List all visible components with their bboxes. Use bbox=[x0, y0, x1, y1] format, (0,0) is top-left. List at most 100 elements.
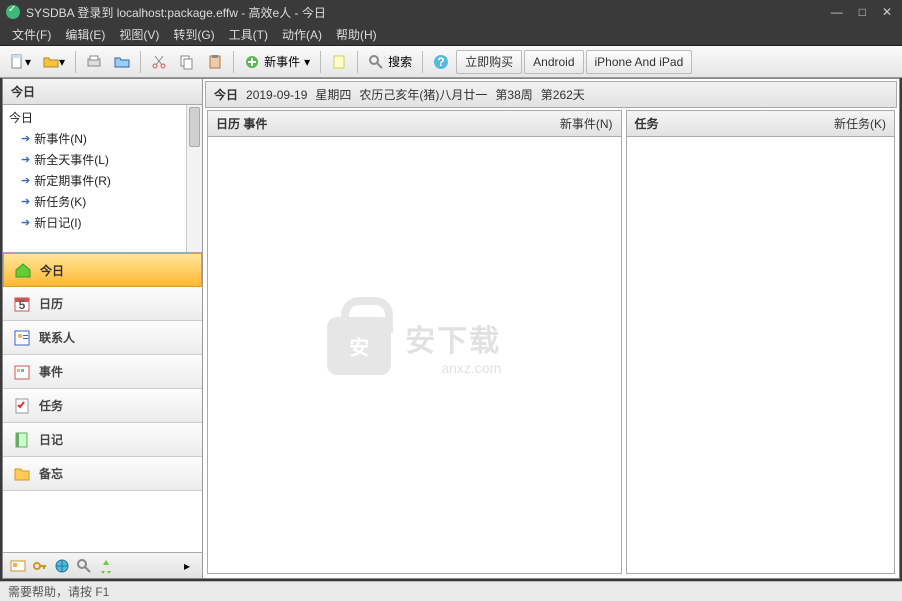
app-icon bbox=[6, 5, 20, 19]
nav-label: 日记 bbox=[39, 431, 63, 448]
tree-root[interactable]: 今日 bbox=[7, 107, 182, 128]
search-button[interactable]: 搜索 bbox=[363, 50, 417, 74]
date-label: 今日 bbox=[214, 86, 238, 103]
maximize-button[interactable]: □ bbox=[855, 5, 870, 19]
nav-label: 任务 bbox=[39, 397, 63, 414]
nav-label: 今日 bbox=[40, 262, 64, 279]
menu-help[interactable]: 帮助(H) bbox=[330, 24, 383, 45]
note-button[interactable] bbox=[326, 50, 352, 74]
titlebar: SYSDBA 登录到 localhost:package.effw - 高效e人… bbox=[0, 0, 902, 24]
date-bar: 今日 2019-09-19 星期四 农历己亥年(猪)八月廿一 第38周 第262… bbox=[205, 81, 897, 108]
magnify-icon[interactable] bbox=[75, 557, 93, 575]
tasks-panel-body bbox=[626, 137, 895, 574]
tree-item-label: 新定期事件(R) bbox=[34, 172, 111, 189]
open-button[interactable]: ▾ bbox=[38, 50, 70, 74]
lunar-date: 农历己亥年(猪)八月廿一 bbox=[359, 86, 487, 103]
scrollbar[interactable] bbox=[186, 105, 202, 252]
sidebar-bottom-toolbar: ▸ bbox=[3, 552, 202, 578]
lock-icon bbox=[327, 317, 391, 375]
day-number: 第262天 bbox=[541, 86, 585, 103]
svg-text:5: 5 bbox=[19, 298, 26, 312]
nav-label: 备忘 bbox=[39, 465, 63, 482]
separator bbox=[75, 51, 76, 73]
help-button[interactable]: ? bbox=[428, 50, 454, 74]
new-task-link[interactable]: 新任务(K) bbox=[834, 115, 886, 132]
window-title: SYSDBA 登录到 localhost:package.effw - 高效e人… bbox=[26, 4, 827, 21]
content-area: 今日 今日 ➔ 新事件(N) ➔新全天事件(L) ➔ 新定期事件(R) ➔ 新任务(K… bbox=[2, 78, 900, 579]
copy-button[interactable] bbox=[174, 50, 200, 74]
calendar-panel: 日历 事件 新事件(N) 安下载 anxz.com bbox=[207, 110, 622, 574]
menubar: 文件(F) 编辑(E) 视图(V) 转到(G) 工具(T) 动作(A) 帮助(H… bbox=[0, 24, 902, 46]
separator bbox=[233, 51, 234, 73]
nav-diary[interactable]: 日记 bbox=[3, 423, 202, 457]
menu-view[interactable]: 视图(V) bbox=[113, 24, 165, 45]
menu-goto[interactable]: 转到(G) bbox=[167, 24, 220, 45]
globe-icon[interactable] bbox=[53, 557, 71, 575]
scrollbar-thumb[interactable] bbox=[189, 107, 200, 147]
separator bbox=[140, 51, 141, 73]
arrow-icon: ➔ bbox=[21, 195, 30, 208]
arrow-icon: ➔ bbox=[21, 174, 30, 187]
watermark-small: anxz.com bbox=[405, 360, 501, 376]
tree-item-label: 新任务(K) bbox=[34, 193, 86, 210]
new-event-link[interactable]: 新事件(N) bbox=[560, 115, 613, 132]
tasks-panel: 任务 新任务(K) bbox=[626, 110, 895, 574]
buy-now-button[interactable]: 立即购买 bbox=[456, 50, 522, 74]
key-icon[interactable] bbox=[31, 557, 49, 575]
menu-file[interactable]: 文件(F) bbox=[6, 24, 57, 45]
weekday: 星期四 bbox=[315, 86, 351, 103]
cut-button[interactable] bbox=[146, 50, 172, 74]
tree-item[interactable]: ➔ 新事件(N) bbox=[7, 128, 182, 149]
calendar-panel-body: 安下载 anxz.com bbox=[207, 137, 622, 574]
status-bar: 需要帮助，请按 F1 bbox=[0, 581, 902, 601]
nav-tasks[interactable]: 任务 bbox=[3, 389, 202, 423]
new-event-label: 新事件 bbox=[264, 53, 300, 70]
new-event-button[interactable]: 新事件 ▾ bbox=[239, 50, 315, 74]
tree-item[interactable]: ➔ 新定期事件(R) bbox=[7, 170, 182, 191]
nav-calendar[interactable]: 5 日历 bbox=[3, 287, 202, 321]
sidebar-header: 今日 bbox=[3, 79, 202, 105]
separator bbox=[422, 51, 423, 73]
menu-action[interactable]: 动作(A) bbox=[276, 24, 328, 45]
search-label: 搜索 bbox=[388, 53, 412, 70]
android-button[interactable]: Android bbox=[524, 50, 583, 74]
card-icon[interactable] bbox=[9, 557, 27, 575]
tree-item[interactable]: ➔新全天事件(L) bbox=[7, 149, 182, 170]
menu-edit[interactable]: 编辑(E) bbox=[59, 24, 111, 45]
close-button[interactable]: ✕ bbox=[878, 5, 896, 19]
tree-item[interactable]: ➔ 新任务(K) bbox=[7, 191, 182, 212]
nav-label: 联系人 bbox=[39, 329, 75, 346]
arrow-icon: ➔ bbox=[21, 153, 30, 166]
nav-memo[interactable]: 备忘 bbox=[3, 457, 202, 491]
tree-item-label: 新事件(N) bbox=[34, 130, 87, 147]
action-tree: 今日 ➔ 新事件(N) ➔新全天事件(L) ➔ 新定期事件(R) ➔ 新任务(K) ➔… bbox=[3, 105, 202, 253]
arrow-icon: ➔ bbox=[21, 216, 30, 229]
tree-item[interactable]: ➔ 新日记(I) bbox=[7, 212, 182, 233]
nav-contacts[interactable]: 联系人 bbox=[3, 321, 202, 355]
watermark-big: 安下载 bbox=[405, 316, 501, 360]
paste-button[interactable] bbox=[202, 50, 228, 74]
watermark: 安下载 anxz.com bbox=[327, 316, 501, 376]
nav-label: 日历 bbox=[39, 295, 63, 312]
window-buttons: — □ ✕ bbox=[827, 5, 896, 19]
nav-label: 事件 bbox=[39, 363, 63, 380]
expand-icon[interactable]: ▸ bbox=[178, 557, 196, 575]
print-button[interactable] bbox=[81, 50, 107, 74]
calendar-panel-header: 日历 事件 新事件(N) bbox=[207, 110, 622, 137]
panels-row: 日历 事件 新事件(N) 安下载 anxz.com 任务 bbox=[203, 110, 899, 578]
tasks-panel-title: 任务 bbox=[635, 115, 659, 132]
nav-list: 今日 5 日历 联系人 事件 任务 日记 备忘 bbox=[3, 253, 202, 552]
date-value: 2019-09-19 bbox=[246, 88, 307, 102]
nav-events[interactable]: 事件 bbox=[3, 355, 202, 389]
tasks-panel-header: 任务 新任务(K) bbox=[626, 110, 895, 137]
week-number: 第38周 bbox=[495, 86, 532, 103]
recycle-icon[interactable] bbox=[97, 557, 115, 575]
menu-tools[interactable]: 工具(T) bbox=[223, 24, 274, 45]
iphone-button[interactable]: iPhone And iPad bbox=[586, 50, 693, 74]
nav-today[interactable]: 今日 bbox=[3, 253, 202, 287]
minimize-button[interactable]: — bbox=[827, 5, 847, 19]
tree-item-label: 新日记(I) bbox=[34, 214, 81, 231]
folder-button[interactable] bbox=[109, 50, 135, 74]
new-doc-button[interactable]: ▾ bbox=[4, 50, 36, 74]
arrow-icon: ➔ bbox=[21, 132, 30, 145]
